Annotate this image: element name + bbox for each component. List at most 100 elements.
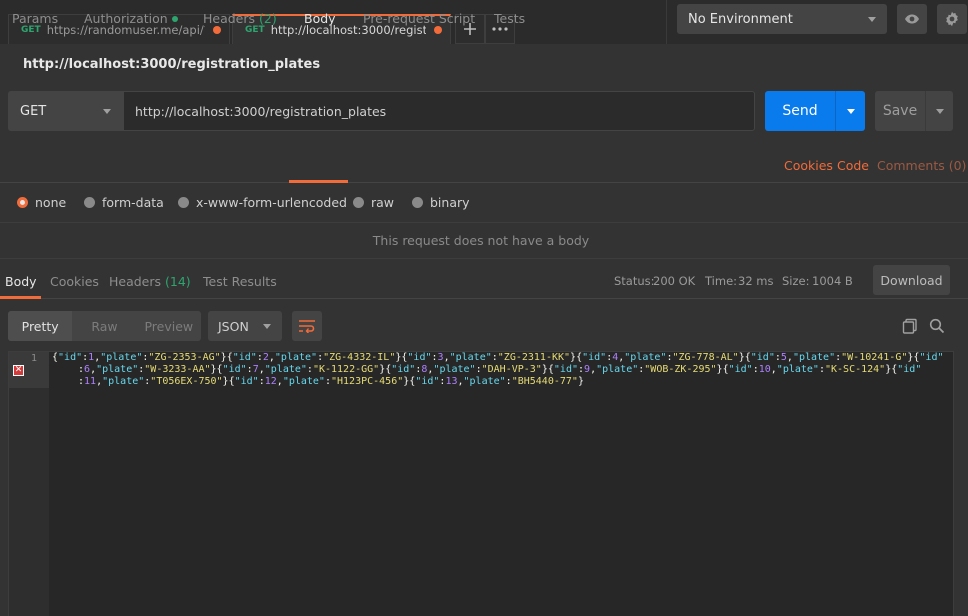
comments-link[interactable]: Comments (0) — [877, 158, 966, 173]
code-line: :11,"plate":"T056EX-750"}{"id":12,"plate… — [52, 376, 944, 388]
radio-raw[interactable]: raw — [353, 195, 394, 210]
radio-icon — [178, 197, 189, 208]
save-options-button[interactable] — [925, 91, 953, 131]
tab-authorization[interactable]: Authorization — [84, 11, 178, 26]
json-key: "plate" — [776, 364, 819, 375]
response-tab-test-results[interactable]: Test Results — [203, 274, 277, 289]
response-headers-count: (14) — [165, 274, 191, 289]
send-options-button[interactable] — [835, 91, 865, 131]
radio-binary[interactable]: binary — [412, 195, 470, 210]
request-title[interactable]: http://localhost:3000/registration_plate… — [23, 57, 320, 72]
environment-quick-look-button[interactable] — [897, 4, 927, 34]
json-plate-value: "ZG-2353-AG" — [148, 352, 221, 363]
format-select[interactable]: JSON — [208, 311, 282, 341]
json-plate-value: "K-SC-124" — [824, 364, 886, 375]
active-tab-indicator — [289, 180, 348, 183]
chevron-down-icon — [103, 109, 111, 114]
url-value: http://localhost:3000/registration_plate… — [135, 103, 387, 119]
download-button[interactable]: Download — [873, 265, 950, 295]
json-plate-value: "K-1122-GG" — [312, 364, 380, 375]
save-button[interactable]: Save — [875, 91, 925, 131]
radio-label: raw — [371, 195, 395, 210]
json-key: "plate" — [274, 352, 318, 363]
radio-none[interactable]: none — [17, 195, 66, 210]
json-key: "plate" — [282, 376, 325, 387]
response-tab-headers[interactable]: Headers (14) — [109, 274, 191, 289]
unsaved-dot-icon — [434, 26, 442, 34]
method-select[interactable]: GET — [8, 91, 123, 131]
json-plate-value: "W-3233-AA" — [144, 364, 211, 375]
json-key: "id" — [553, 364, 578, 375]
time-value[interactable]: 32 ms — [738, 274, 773, 288]
cookies-link[interactable]: Cookies — [784, 158, 833, 173]
wrap-lines-button[interactable] — [292, 311, 322, 341]
chevron-down-icon — [935, 108, 944, 114]
line-number: 1 — [30, 353, 37, 364]
json-key: "id" — [232, 352, 257, 363]
radio-form-data[interactable]: form-data — [84, 195, 164, 210]
chevron-down-icon — [868, 17, 876, 22]
json-key: "id" — [415, 376, 440, 387]
chevron-down-icon — [263, 324, 271, 329]
json-key: "plate" — [624, 352, 667, 363]
json-key: "plate" — [264, 364, 307, 375]
view-preview-button[interactable]: Preview — [137, 311, 201, 341]
search-icon — [929, 318, 945, 334]
gear-icon — [946, 11, 958, 27]
code-line: :6,"plate":"W-3233-AA"}{"id":7,"plate":"… — [52, 364, 944, 376]
json-plate-value: "BH5440-77" — [511, 376, 578, 387]
search-button[interactable] — [929, 318, 945, 334]
response-tab-body[interactable]: Body — [5, 274, 37, 289]
more-icon — [492, 27, 508, 31]
tab-authorization-label: Authorization — [84, 11, 168, 26]
view-raw-button[interactable]: Raw — [72, 311, 136, 341]
json-plate-value: "W-10241-G" — [841, 352, 908, 363]
active-line-gutter: 1 ✕ — [9, 352, 49, 388]
status-label: Status: — [614, 274, 655, 288]
response-tab-cookies[interactable]: Cookies — [50, 274, 99, 289]
json-key: "plate" — [96, 364, 139, 375]
copy-icon — [902, 318, 917, 334]
json-plate-value: "ZG-4332-IL" — [323, 352, 396, 363]
send-button[interactable]: Send — [765, 91, 835, 131]
json-plate-value: "H123PC-456" — [331, 376, 404, 387]
code-link[interactable]: Code — [837, 158, 869, 173]
tab-params[interactable]: Params — [12, 11, 58, 26]
tab-headers[interactable]: Headers (2) — [203, 11, 277, 26]
tab-tests[interactable]: Tests — [494, 11, 525, 26]
unsaved-dot-icon — [213, 25, 221, 34]
json-plate-value: "WOB-ZK-295" — [644, 364, 717, 375]
tab-body[interactable]: Body — [304, 11, 336, 26]
url-input[interactable]: http://localhost:3000/registration_plate… — [123, 91, 755, 131]
radio-label: none — [35, 195, 67, 210]
error-icon: ✕ — [13, 365, 24, 376]
response-body-editor[interactable]: 1 ✕ {"id":1,"plate":"ZG-2353-AG"}{"id":2… — [8, 351, 954, 616]
radio-icon — [412, 197, 423, 208]
json-plate-value: "T056EX-750" — [150, 376, 223, 387]
active-tab-indicator — [0, 296, 41, 299]
json-id-value: 12 — [264, 376, 277, 387]
manage-environments-button[interactable] — [937, 4, 967, 34]
time-label: Time: — [705, 274, 738, 288]
tab-prerequest-script[interactable]: Pre-request Script — [363, 11, 475, 26]
json-key: "plate" — [463, 376, 506, 387]
json-key: "id" — [919, 352, 944, 363]
response-code: {"id":1,"plate":"ZG-2353-AG"}{"id":2,"pl… — [52, 352, 944, 388]
environment-select[interactable]: No Environment — [677, 4, 887, 34]
view-mode-selector: Pretty Raw Preview — [8, 311, 201, 341]
code-line: {"id":1,"plate":"ZG-2353-AG"}{"id":2,"pl… — [52, 352, 944, 364]
view-pretty-button[interactable]: Pretty — [8, 311, 73, 341]
json-key: "id" — [234, 376, 259, 387]
environment-label: No Environment — [688, 11, 793, 27]
format-label: JSON — [218, 318, 249, 334]
json-key: "plate" — [100, 352, 143, 363]
status-value[interactable]: 200 OK — [653, 274, 695, 288]
json-id-value: 13 — [445, 376, 458, 387]
size-value[interactable]: 1004 B — [812, 274, 853, 288]
copy-button[interactable] — [902, 318, 918, 334]
tab-method: GET — [245, 25, 265, 35]
json-key: "id" — [391, 364, 416, 375]
eye-icon — [905, 14, 919, 24]
json-key: "plate" — [792, 352, 836, 363]
radio-urlencoded[interactable]: x-www-form-urlencoded — [178, 195, 347, 210]
